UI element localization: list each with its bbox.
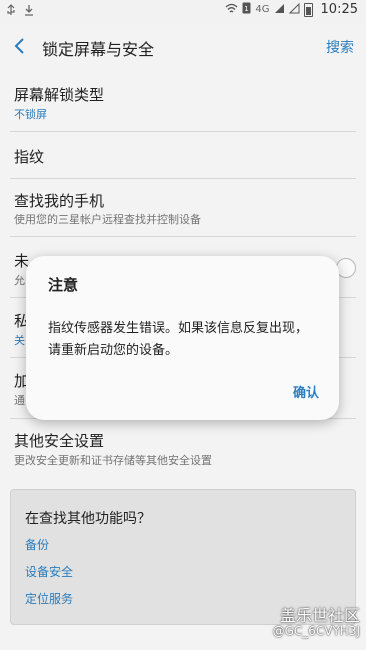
signal-icon: [274, 3, 285, 17]
download-icon: [24, 4, 34, 19]
signal-icon-2: [288, 2, 300, 17]
svg-text:1: 1: [245, 5, 249, 13]
ok-button[interactable]: 确认: [293, 382, 319, 401]
sim-1-icon: 1: [242, 2, 251, 17]
alert-dialog: 注意 指纹传感器发生错误。如果该信息反复出现，请重新启动您的设备。 确认: [26, 256, 339, 420]
watermark-user: @GC_6CVYH3J: [272, 624, 360, 638]
clock: 10:25: [320, 2, 358, 17]
wifi-icon: [225, 3, 238, 17]
status-bar: 1 4G 10:25: [0, 0, 366, 24]
watermark-brand: 盖乐世社区: [279, 606, 360, 625]
dialog-message: 指纹传感器发生错误。如果该信息反复出现，请重新启动您的设备。: [48, 321, 309, 358]
network-type-label: 4G: [255, 4, 270, 15]
battery-icon: [303, 2, 313, 17]
dialog-title: 注意: [48, 276, 79, 294]
usb-icon: [6, 4, 16, 19]
